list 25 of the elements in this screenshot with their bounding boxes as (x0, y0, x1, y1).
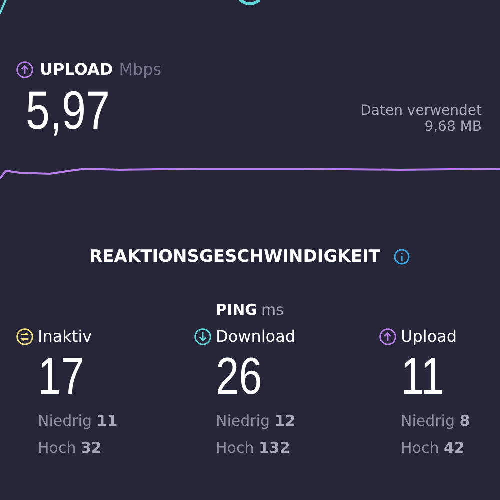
upload-label: UPLOAD (40, 60, 114, 79)
ping-value: 11 (401, 347, 444, 408)
ping-value: 26 (216, 347, 262, 408)
ping-type-label: Inaktiv (38, 327, 92, 346)
ping-value: 17 (38, 347, 84, 408)
upload-speed: 5,97 (26, 80, 112, 143)
upload-icon (16, 60, 34, 78)
data-used-value: 9,68 MB (424, 119, 482, 135)
unit-label: ms (262, 301, 284, 319)
high-stat: Hoch 42 (401, 438, 466, 459)
arrows-icon (16, 328, 34, 346)
ping-type-label: Upload (401, 327, 458, 346)
section-title: REAKTIONSGESCHWINDIGKEIT (90, 247, 380, 267)
low-stat: Niedrig 8 (401, 411, 472, 432)
data-used-label: Daten verwendet (360, 103, 482, 119)
upload-icon (379, 328, 397, 346)
low-stat: Niedrig 12 (216, 411, 297, 432)
high-stat: Hoch 132 (216, 438, 292, 459)
ping-type-label: Download (216, 327, 296, 346)
download-icon (194, 328, 212, 346)
high-stat: Hoch 32 (38, 438, 103, 459)
unit-label: Mbps (119, 60, 162, 79)
low-stat: Niedrig 11 (38, 411, 119, 432)
info-icon[interactable] (394, 249, 410, 265)
ping-label: PING (216, 301, 258, 319)
